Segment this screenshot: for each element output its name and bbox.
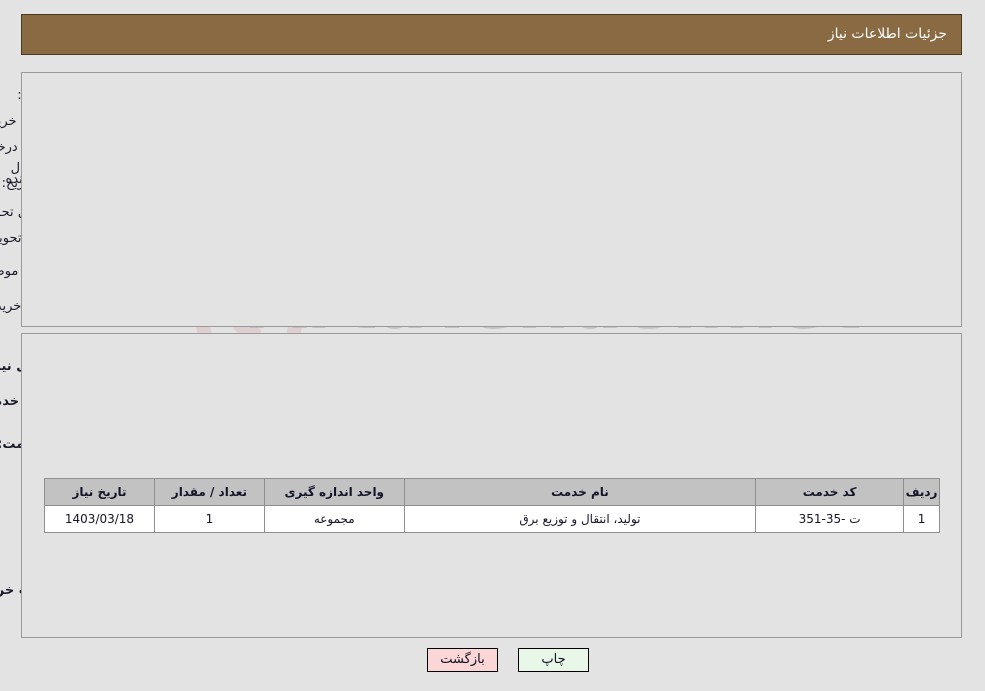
- cell-service-code: ت -35-351: [756, 505, 906, 533]
- th-unit: واحد اندازه گیری: [264, 478, 406, 506]
- page-title: جزئیات اطلاعات نیاز: [828, 26, 948, 42]
- table-header-row: ردیف کد خدمت نام خدمت واحد اندازه گیری ت…: [45, 478, 941, 506]
- need-info-panel: [22, 72, 963, 327]
- cell-quantity: 1: [154, 505, 266, 533]
- window-title-bar: جزئیات اطلاعات نیاز: [22, 14, 963, 55]
- back-button[interactable]: بازگشت: [428, 648, 499, 672]
- cell-unit: مجموعه: [264, 505, 406, 533]
- th-need-date: تاریخ نیاز: [45, 478, 156, 506]
- print-button[interactable]: چاپ: [519, 648, 590, 672]
- th-row-no: ردیف: [904, 478, 941, 506]
- cell-service-name: تولید، انتقال و توزیع برق: [404, 505, 758, 533]
- th-service-code: کد خدمت: [756, 478, 906, 506]
- table-row: 1 ت -35-351 تولید، انتقال و توزیع برق مج…: [45, 505, 941, 533]
- th-quantity: تعداد / مقدار: [154, 478, 266, 506]
- cell-row-no: 1: [904, 505, 941, 533]
- services-table: ردیف کد خدمت نام خدمت واحد اندازه گیری ت…: [45, 478, 941, 533]
- cell-need-date: 1403/03/18: [45, 505, 156, 533]
- page-root: ArtaTender.net جزئیات اطلاعات نیاز شماره…: [0, 0, 985, 691]
- th-service-name: نام خدمت: [404, 478, 758, 506]
